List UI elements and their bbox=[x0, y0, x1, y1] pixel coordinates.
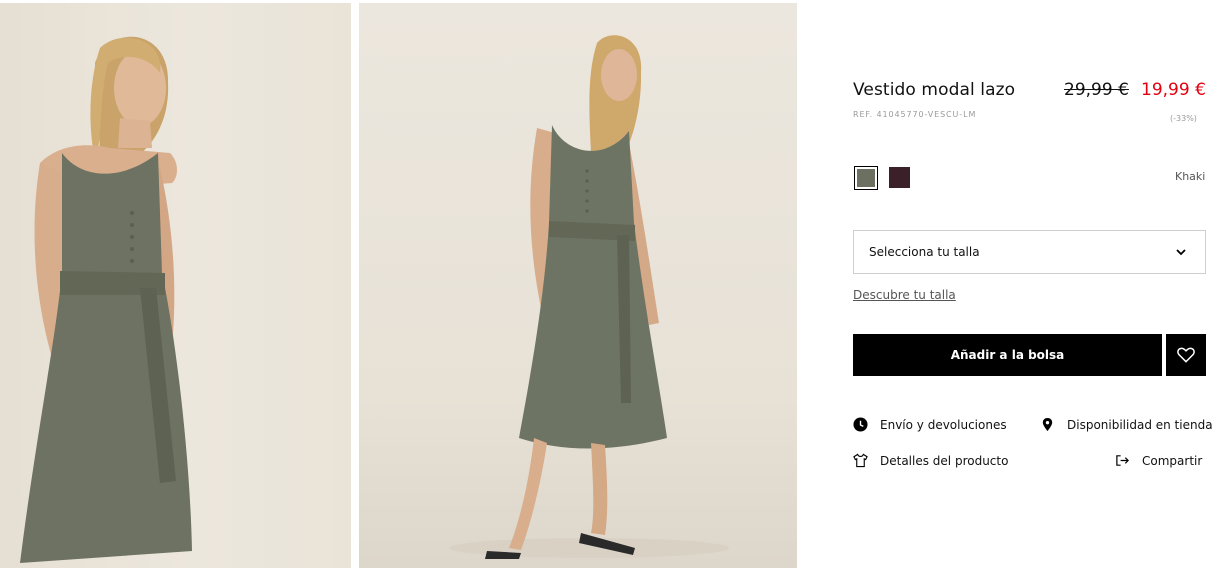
size-guide-link[interactable]: Descubre tu talla bbox=[853, 288, 956, 302]
discount-badge: (-33%) bbox=[1170, 114, 1197, 123]
shipping-returns-label: Envío y devoluciones bbox=[880, 417, 1007, 432]
original-price: 29,99 € bbox=[1064, 80, 1129, 100]
store-availability-link[interactable]: Disponibilidad en tienda bbox=[1040, 417, 1213, 432]
share-link[interactable]: Compartir bbox=[1115, 453, 1202, 468]
tshirt-icon bbox=[853, 453, 868, 468]
chevron-down-icon bbox=[1176, 249, 1186, 256]
product-photo-2[interactable] bbox=[359, 3, 797, 568]
clock-icon bbox=[853, 417, 868, 432]
selected-color-name: Khaki bbox=[1175, 170, 1206, 183]
product-details-link[interactable]: Detalles del producto bbox=[853, 453, 1008, 468]
store-availability-label: Disponibilidad en tienda bbox=[1067, 417, 1213, 432]
shipping-returns-link[interactable]: Envío y devoluciones bbox=[853, 417, 1007, 432]
size-select-label: Selecciona tu talla bbox=[869, 245, 980, 259]
heart-icon bbox=[1177, 347, 1195, 363]
product-details-label: Detalles del producto bbox=[880, 453, 1009, 468]
share-label: Compartir bbox=[1142, 453, 1203, 468]
model-fullbody-illustration bbox=[449, 35, 729, 559]
location-pin-icon bbox=[1042, 417, 1053, 432]
sale-price: 19,99 € bbox=[1141, 80, 1206, 100]
add-to-bag-button[interactable]: Añadir a la bolsa bbox=[853, 334, 1162, 376]
product-title: Vestido modal lazo bbox=[853, 80, 1016, 100]
color-swatch-burgundy[interactable] bbox=[889, 167, 910, 188]
favorite-button[interactable] bbox=[1166, 334, 1206, 376]
model-closeup-illustration bbox=[20, 36, 192, 563]
size-select[interactable]: Selecciona tu talla bbox=[853, 230, 1206, 274]
share-icon bbox=[1116, 455, 1129, 466]
color-swatch-khaki[interactable] bbox=[854, 166, 878, 190]
product-reference: REF. 41045770-VESCU-LM bbox=[853, 110, 977, 119]
product-photo-1[interactable] bbox=[0, 3, 351, 568]
